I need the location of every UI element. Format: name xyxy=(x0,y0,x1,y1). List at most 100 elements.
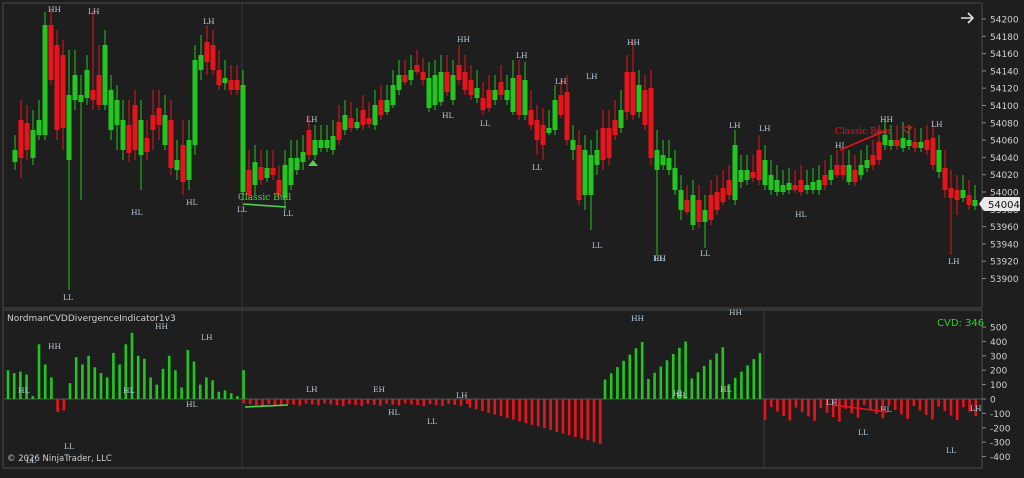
cvd-bar xyxy=(505,399,509,418)
price-tick: 54040 xyxy=(990,154,1019,164)
candle-body xyxy=(792,185,798,190)
cvd-bar xyxy=(255,399,258,406)
cvd-bar xyxy=(763,399,767,420)
cvd-bar xyxy=(292,399,295,405)
cvd-bar xyxy=(746,365,749,399)
cvd-swing-label: LH xyxy=(970,404,982,413)
candle-body xyxy=(18,120,24,158)
price-tick: 54100 xyxy=(990,102,1019,112)
candle-body xyxy=(510,78,516,112)
candle-body xyxy=(864,160,870,168)
candle-body xyxy=(126,125,132,153)
candle-body xyxy=(552,100,558,130)
swing-label: LH xyxy=(586,72,598,81)
candle-body xyxy=(420,72,426,80)
cvd-value-label: CVD: 346 xyxy=(937,318,984,329)
cvd-axis[interactable]: 500 400 300 200 100 0 -100 -200 -300 -400 xyxy=(982,324,1011,464)
candle-body xyxy=(342,115,348,130)
swing-label: LH xyxy=(516,51,528,60)
candle-body xyxy=(114,100,120,125)
candle-body xyxy=(558,95,564,115)
price-axis[interactable]: 54200 54180 54160 54140 54120 54100 54080 54060… xyxy=(982,16,1019,286)
candle-body xyxy=(756,150,762,180)
cvd-bar xyxy=(248,399,252,405)
cvd-bar xyxy=(273,399,277,405)
swing-label: LH xyxy=(88,7,100,16)
swing-label: LL xyxy=(592,241,602,250)
cvd-bar xyxy=(12,373,16,399)
cvd-bar xyxy=(198,384,202,399)
cvd-bar xyxy=(31,396,35,399)
current-price-text: 54004 xyxy=(988,200,1020,211)
candle-body xyxy=(810,182,816,190)
cvd-bar xyxy=(518,399,521,422)
candle-body xyxy=(750,172,756,178)
swing-label: LL xyxy=(480,119,490,128)
candle-body xyxy=(150,115,156,130)
cvd-swing-label: LL xyxy=(858,428,868,437)
arrow-right-icon[interactable] xyxy=(961,12,975,24)
cvd-swing-label: HL xyxy=(186,400,198,409)
price-tick: 54020 xyxy=(990,171,1019,181)
cvd-bar xyxy=(640,342,644,399)
cvd-swing-label: LL xyxy=(427,417,437,426)
candle-body xyxy=(678,190,684,210)
cvd-bar xyxy=(87,355,90,399)
candle-body xyxy=(414,65,420,72)
candle-body xyxy=(90,90,96,100)
candle-body xyxy=(12,150,18,162)
cvd-bar xyxy=(167,355,171,399)
cvd-bar xyxy=(37,344,41,399)
candle-body xyxy=(666,158,672,170)
candle-body xyxy=(948,188,954,198)
cvd-swing-label: HL xyxy=(720,385,732,394)
candle-body xyxy=(828,170,834,180)
candle-body xyxy=(156,108,162,125)
candle-body xyxy=(222,78,228,83)
cvd-bar xyxy=(118,364,121,399)
cvd-bar xyxy=(499,399,503,417)
candle-body xyxy=(360,110,366,125)
cvd-swing-label: LL xyxy=(64,442,74,451)
cvd-bar xyxy=(512,399,515,420)
candle-body xyxy=(402,75,408,82)
cvd-bar xyxy=(906,399,909,419)
candle-body xyxy=(492,90,498,100)
cvd-swing-label: LH xyxy=(456,391,468,400)
cvd-bar xyxy=(155,384,159,399)
cvd-swing-label: LL xyxy=(946,446,956,455)
cvd-bar xyxy=(341,399,345,407)
cvd-bar xyxy=(242,370,245,399)
chart-canvas[interactable]: HH LH LH HL HL LL LL LL LH HH HL LL LH HH LH LL LH LL HH LL… xyxy=(0,0,1024,478)
cvd-tick: -300 xyxy=(990,439,1011,449)
swing-label: HL xyxy=(795,210,807,219)
copyright: © 2026 NinjaTrader, LLC xyxy=(7,454,112,464)
candle-body xyxy=(636,85,642,112)
cvd-bars xyxy=(6,332,978,444)
price-tick: 54180 xyxy=(990,33,1019,43)
cvd-bar xyxy=(813,399,816,422)
candle-body xyxy=(894,140,900,146)
indicator-title: NordmanCVDDivergenceIndicator1v3 xyxy=(7,314,176,324)
cvd-bar xyxy=(459,399,463,406)
candle-body xyxy=(252,162,258,185)
candle-body xyxy=(726,180,732,195)
candle-body xyxy=(66,95,72,160)
price-tick: 54160 xyxy=(990,50,1019,60)
cvd-bar xyxy=(524,399,528,424)
cvd-bar xyxy=(81,364,84,399)
candle-body xyxy=(300,152,306,162)
cvd-bar xyxy=(335,399,339,406)
cvd-bar xyxy=(776,399,779,412)
cvd-bar xyxy=(229,393,233,399)
cvd-bar xyxy=(574,399,577,437)
cvd-bar xyxy=(174,370,177,399)
candle-body xyxy=(30,130,36,158)
candle-body xyxy=(594,150,600,165)
candle-body xyxy=(708,195,714,220)
price-panel-frame xyxy=(2,2,983,309)
candle-body xyxy=(96,75,102,105)
candle-body xyxy=(60,55,66,128)
cvd-bar xyxy=(317,399,320,406)
candle-body xyxy=(132,105,138,150)
